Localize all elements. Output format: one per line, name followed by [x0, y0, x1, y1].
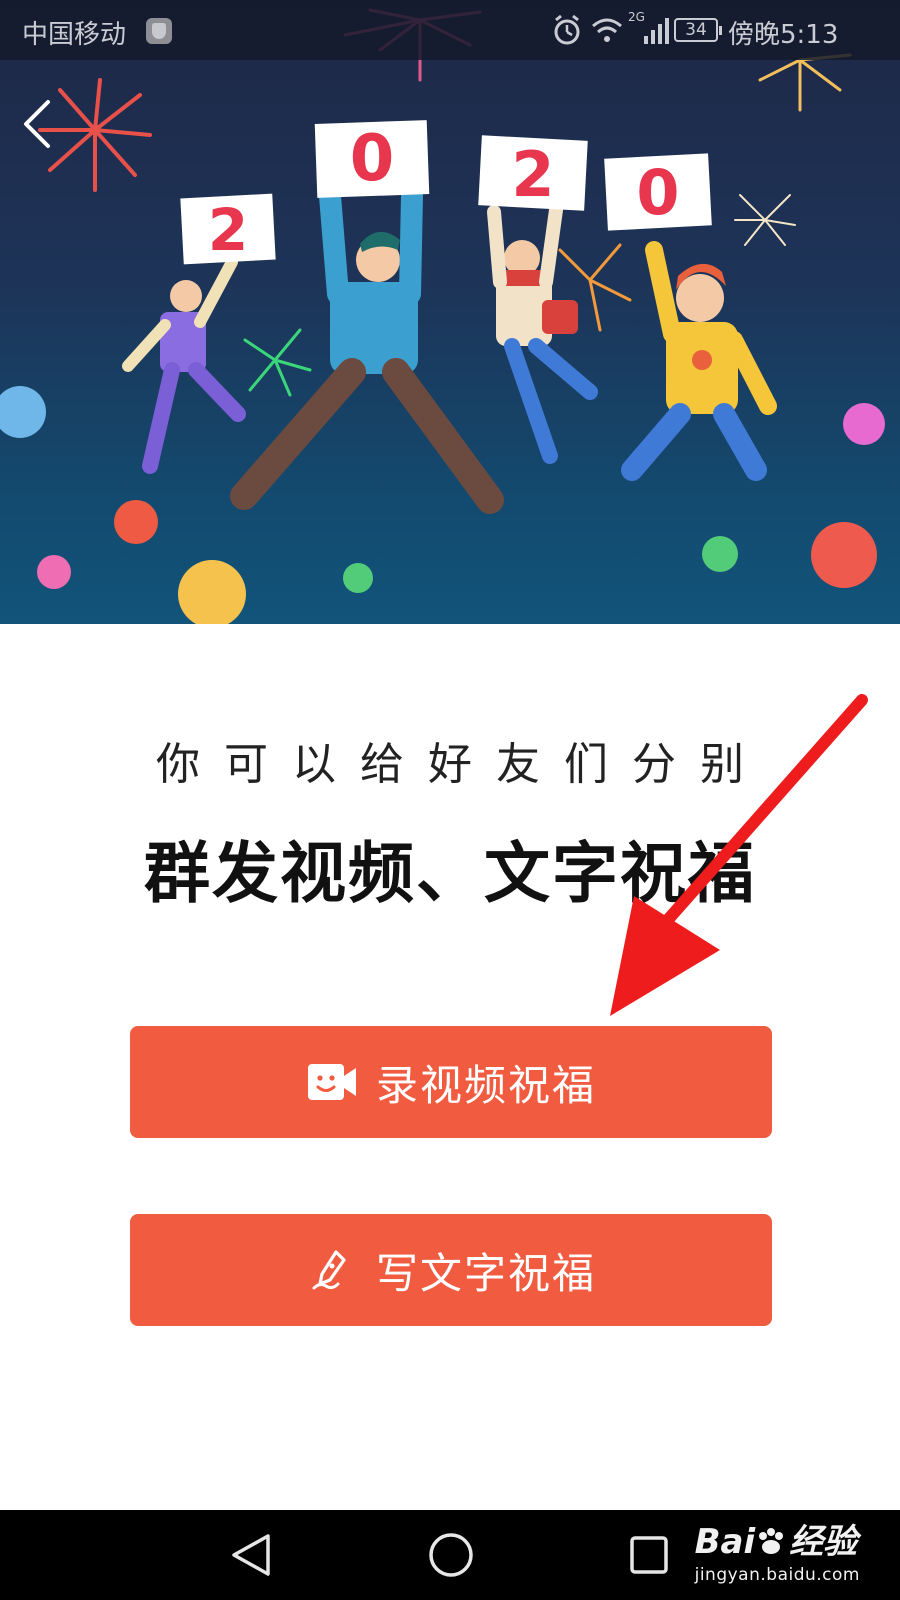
- paw-icon: [759, 1528, 784, 1554]
- write-text-label: 写文字祝福: [375, 1248, 596, 1298]
- signal-icon: [644, 18, 669, 44]
- chevron-left-icon: [24, 100, 50, 148]
- character-teal-sweater: [230, 185, 504, 514]
- character-red-scarf: [487, 203, 598, 464]
- alarm-icon: [554, 14, 580, 45]
- status-bar: 中国移动 2G 34 傍晚5:13: [0, 0, 900, 60]
- shield-icon: [146, 18, 172, 44]
- balloon: [37, 555, 71, 589]
- sign-card: 2: [180, 193, 276, 265]
- hero-banner: 2 0 2 0 中国移动 2G 34 傍晚5:13: [0, 0, 900, 624]
- celebration-illustration: 2 0 2 0: [0, 8, 885, 624]
- sign-digit: 0: [636, 156, 679, 229]
- nav-recent-apps-icon[interactable]: [626, 1530, 672, 1580]
- balloon: [843, 403, 885, 445]
- balloon: [0, 386, 46, 438]
- firework-right: [758, 53, 852, 112]
- balloon: [702, 536, 738, 572]
- back-button[interactable]: [18, 96, 58, 152]
- record-video-greeting-button[interactable]: 录视频祝福: [130, 1026, 772, 1138]
- balloon: [811, 522, 877, 588]
- sign-digit: 2: [511, 138, 554, 211]
- record-video-label: 录视频祝福: [375, 1060, 596, 1110]
- pen-icon: [312, 1250, 346, 1290]
- sign-card: 0: [604, 153, 712, 231]
- battery-icon: 34: [674, 18, 722, 42]
- clock: 傍晚5:13: [728, 20, 839, 50]
- annotation-arrow: [610, 694, 868, 1016]
- balloon: [343, 563, 373, 593]
- watermark-url: jingyan.baidu.com: [694, 1565, 860, 1585]
- sign-digit: 0: [350, 122, 395, 196]
- status-icons: 2G 34 傍晚5:13: [552, 10, 882, 50]
- sign-card: 0: [314, 120, 430, 198]
- nav-back-icon[interactable]: [228, 1530, 274, 1580]
- firework-white: [734, 194, 796, 246]
- firework-green: [243, 328, 312, 397]
- nav-home-icon[interactable]: [426, 1530, 476, 1580]
- watermark-brand: Bai: [694, 1522, 756, 1562]
- wifi-icon: [592, 18, 622, 42]
- balloon: [114, 500, 158, 544]
- sign-digit: 2: [208, 196, 248, 264]
- sign-card: 2: [478, 135, 588, 211]
- balloon: [178, 560, 246, 624]
- character-overalls: [122, 256, 246, 474]
- video-camera-icon: [307, 1064, 356, 1100]
- write-text-greeting-button[interactable]: 写文字祝福: [130, 1214, 772, 1326]
- baidu-jingyan-watermark: Bai 经验 jingyan.baidu.com: [695, 1514, 860, 1585]
- character-yellow-sweater: [621, 241, 777, 481]
- watermark-brand-cn: 经验: [789, 1522, 858, 1562]
- carrier-name: 中国移动: [22, 20, 127, 50]
